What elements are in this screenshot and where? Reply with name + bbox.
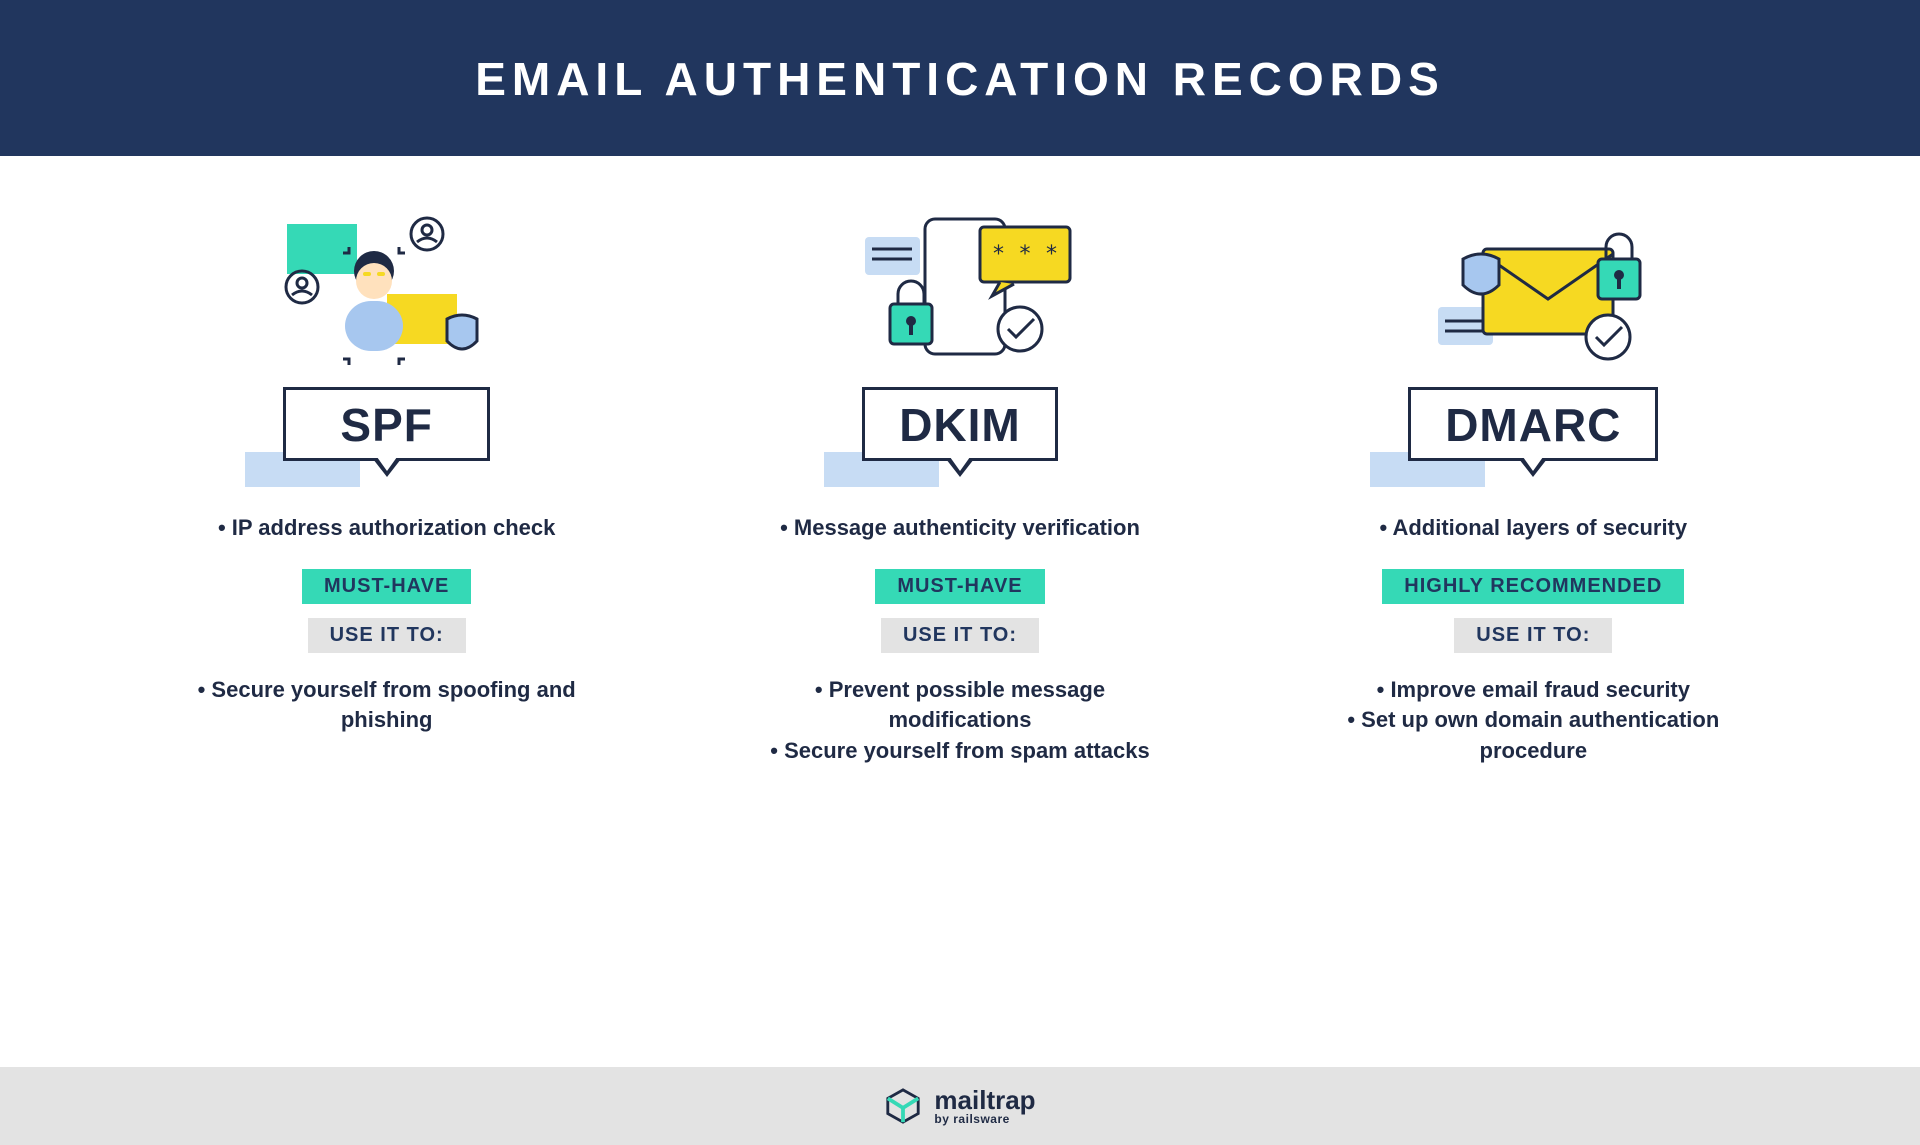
dkim-name: DKIM bbox=[899, 399, 1021, 451]
message-lock-icon: * * * bbox=[830, 209, 1090, 374]
dkim-tag: MUST-HAVE bbox=[875, 569, 1044, 604]
spf-name: SPF bbox=[340, 399, 432, 451]
brand-name: mailtrap bbox=[934, 1087, 1035, 1113]
header: EMAIL AUTHENTICATION RECORDS bbox=[0, 0, 1920, 156]
spf-tag: MUST-HAVE bbox=[302, 569, 471, 604]
dkim-uses: • Prevent possible message modifications… bbox=[750, 675, 1170, 767]
spf-desc: • IP address authorization check bbox=[177, 513, 597, 543]
dmarc-tag: HIGHLY RECOMMENDED bbox=[1382, 569, 1684, 604]
column-dkim: * * * DKIM • Message authenticity verifi… bbox=[750, 204, 1170, 767]
dmarc-label: DMARC bbox=[1408, 387, 1658, 477]
dmarc-desc: • Additional layers of security bbox=[1323, 513, 1743, 543]
user-shield-icon bbox=[257, 209, 517, 374]
columns-row: SPF • IP address authorization check MUS… bbox=[0, 156, 1920, 767]
dkim-desc: • Message authenticity verification bbox=[750, 513, 1170, 543]
footer: mailtrap by railsware bbox=[0, 1067, 1920, 1145]
mailtrap-logo-icon bbox=[884, 1087, 922, 1125]
spf-illustration bbox=[177, 204, 597, 379]
spf-use-label: USE IT TO: bbox=[308, 618, 466, 653]
spf-label: SPF bbox=[283, 387, 489, 477]
dmarc-use-label: USE IT TO: bbox=[1454, 618, 1612, 653]
brand-by: by railsware bbox=[934, 1113, 1035, 1125]
dkim-illustration: * * * bbox=[750, 204, 1170, 379]
dmarc-name: DMARC bbox=[1445, 399, 1621, 451]
brand: mailtrap by railsware bbox=[934, 1087, 1035, 1125]
envelope-lock-icon bbox=[1403, 209, 1663, 374]
dkim-use-label: USE IT TO: bbox=[881, 618, 1039, 653]
svg-text:* * *: * * * bbox=[992, 242, 1058, 267]
dmarc-illustration bbox=[1323, 204, 1743, 379]
page-title: EMAIL AUTHENTICATION RECORDS bbox=[0, 52, 1920, 106]
column-dmarc: DMARC • Additional layers of security HI… bbox=[1323, 204, 1743, 767]
spf-uses: • Secure yourself from spoofing and phis… bbox=[177, 675, 597, 737]
column-spf: SPF • IP address authorization check MUS… bbox=[177, 204, 597, 767]
dkim-label: DKIM bbox=[862, 387, 1058, 477]
dmarc-uses: • Improve email fraud security• Set up o… bbox=[1323, 675, 1743, 767]
